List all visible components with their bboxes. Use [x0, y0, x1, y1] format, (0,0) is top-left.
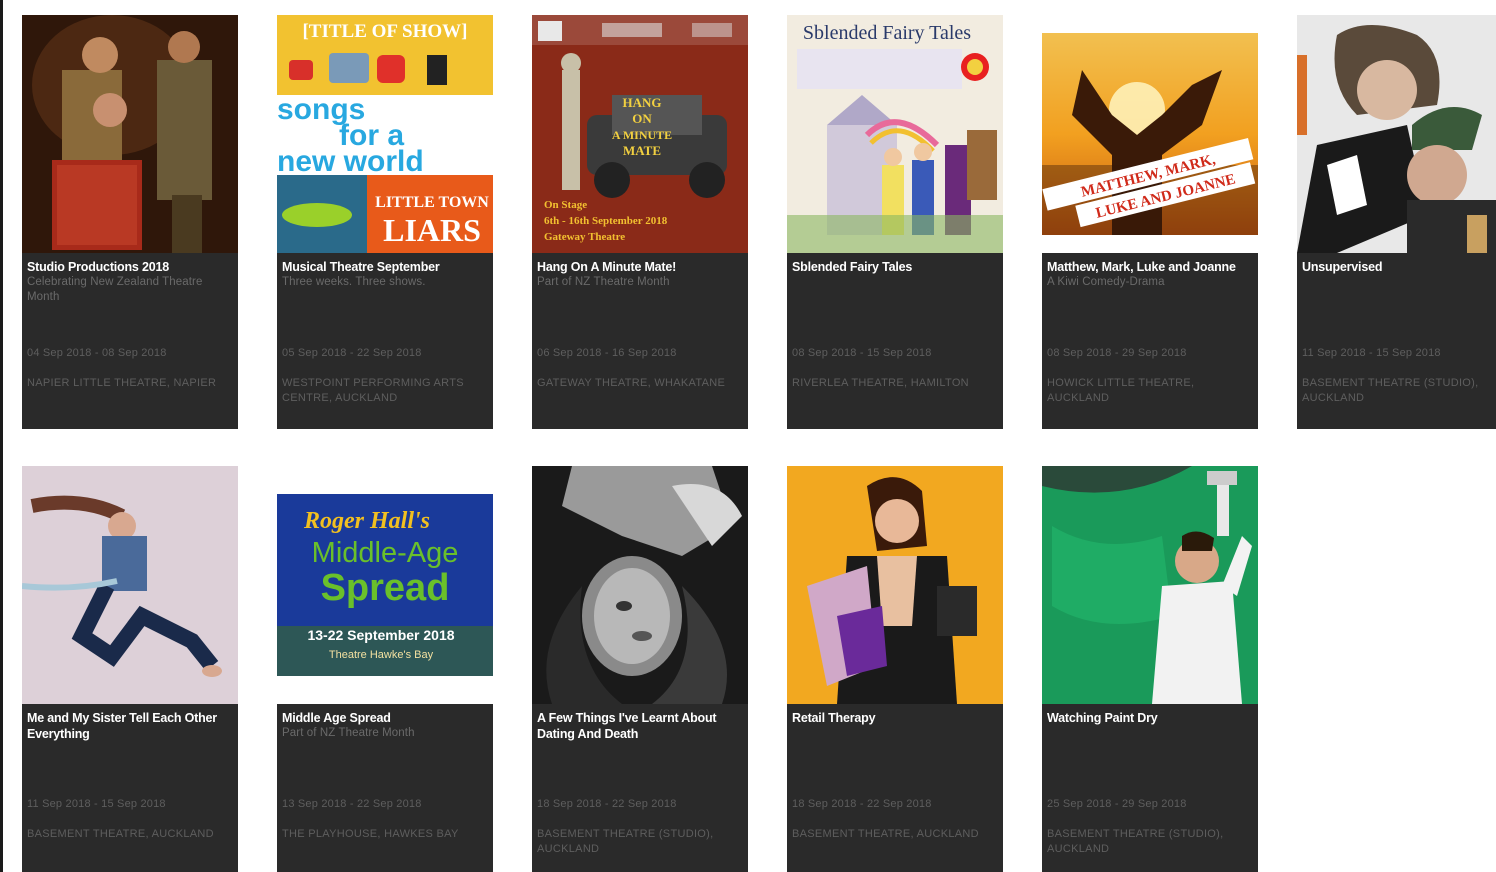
- event-subtitle: Celebrating New Zealand Theatre Month: [27, 276, 203, 303]
- event-title[interactable]: Middle Age Spread: [282, 710, 488, 726]
- event-subtitle: A Kiwi Comedy-Drama: [1047, 276, 1165, 288]
- event-poster: [787, 466, 1003, 704]
- event-venue: WESTPOINT PERFORMING ARTS CENTRE, AUCKLA…: [282, 377, 464, 404]
- event-card[interactable]: Retail Therapy 18 Sep 2018 - 22 Sep 2018…: [787, 466, 1003, 872]
- poster-text: Middle-Age: [312, 537, 459, 569]
- poster-text: Gateway Theatre: [544, 231, 625, 243]
- event-dates: 04 Sep 2018 - 08 Sep 2018: [27, 347, 167, 359]
- poster-text: Theatre Hawke's Bay: [329, 649, 434, 661]
- event-title[interactable]: A Few Things I've Learnt About Dating An…: [537, 710, 743, 742]
- event-poster: [22, 15, 238, 253]
- poster-text: MATE: [623, 143, 661, 158]
- event-venue: GATEWAY THEATRE, WHAKATANE: [537, 377, 726, 389]
- event-title[interactable]: Studio Productions 2018: [27, 259, 233, 275]
- event-title[interactable]: Hang On A Minute Mate!: [537, 259, 743, 275]
- event-title[interactable]: Sblended Fairy Tales: [792, 259, 998, 275]
- poster-text: ON: [632, 111, 652, 126]
- event-card[interactable]: Unsupervised 11 Sep 2018 - 15 Sep 2018 B…: [1297, 15, 1496, 429]
- event-poster: HANG ON A MINUTE MATE On Stage 6th - 16t…: [532, 15, 748, 253]
- event-dates: 08 Sep 2018 - 15 Sep 2018: [792, 347, 932, 359]
- poster-text: Spread: [321, 567, 450, 609]
- event-poster: [1297, 15, 1496, 253]
- event-venue: BASEMENT THEATRE (STUDIO), AUCKLAND: [537, 828, 714, 855]
- event-card[interactable]: Roger Hall's Middle-Age Spread 13-22 Sep…: [277, 466, 493, 872]
- event-venue: RIVERLEA THEATRE, HAMILTON: [792, 377, 969, 389]
- event-venue: BASEMENT THEATRE (STUDIO), AUCKLAND: [1302, 377, 1479, 404]
- event-card[interactable]: A Few Things I've Learnt About Dating An…: [532, 466, 748, 872]
- event-subtitle: Three weeks. Three shows.: [282, 276, 426, 288]
- event-title[interactable]: Retail Therapy: [792, 710, 998, 726]
- event-title[interactable]: Watching Paint Dry: [1047, 710, 1253, 726]
- event-venue: BASEMENT THEATRE (STUDIO), AUCKLAND: [1047, 828, 1224, 855]
- event-venue: NAPIER LITTLE THEATRE, NAPIER: [27, 377, 217, 389]
- poster-text: LITTLE TOWN: [375, 194, 489, 211]
- event-poster: [1042, 466, 1258, 704]
- event-venue: BASEMENT THEATRE, AUCKLAND: [792, 828, 979, 840]
- event-subtitle: Part of NZ Theatre Month: [282, 727, 415, 739]
- poster-text: 13-22 September 2018: [307, 627, 454, 643]
- event-card[interactable]: MATTHEW, MARK, LUKE AND JOANNE Matthew, …: [1042, 15, 1258, 429]
- event-title[interactable]: Me and My Sister Tell Each Other Everyth…: [27, 710, 233, 742]
- poster-text: [TITLE OF SHOW]: [302, 21, 467, 42]
- event-card[interactable]: Sblended Fairy Tales Sblended Fairy Tale…: [787, 15, 1003, 429]
- event-venue: THE PLAYHOUSE, HAWKES BAY: [282, 828, 459, 840]
- poster-text: LIARS: [383, 212, 481, 248]
- event-title[interactable]: Matthew, Mark, Luke and Joanne: [1047, 259, 1253, 275]
- event-card[interactable]: [TITLE OF SHOW] songs for a new world LI…: [277, 15, 493, 429]
- event-card[interactable]: Watching Paint Dry 25 Sep 2018 - 29 Sep …: [1042, 466, 1258, 872]
- event-dates: 08 Sep 2018 - 29 Sep 2018: [1047, 347, 1187, 359]
- event-title[interactable]: Unsupervised: [1302, 259, 1491, 275]
- event-subtitle: Part of NZ Theatre Month: [537, 276, 670, 288]
- poster-text: Roger Hall's: [303, 508, 430, 534]
- poster-text: A MINUTE: [612, 128, 672, 142]
- event-poster: [TITLE OF SHOW] songs for a new world LI…: [277, 15, 493, 253]
- event-card[interactable]: Studio Productions 2018 Celebrating New …: [22, 15, 238, 429]
- event-dates: 11 Sep 2018 - 15 Sep 2018: [27, 798, 166, 810]
- event-dates: 06 Sep 2018 - 16 Sep 2018: [537, 347, 677, 359]
- event-card[interactable]: Me and My Sister Tell Each Other Everyth…: [22, 466, 238, 872]
- event-poster: Sblended Fairy Tales: [787, 15, 1003, 253]
- event-dates: 11 Sep 2018 - 15 Sep 2018: [1302, 347, 1441, 359]
- poster-text: new world: [277, 145, 424, 178]
- event-dates: 18 Sep 2018 - 22 Sep 2018: [537, 798, 677, 810]
- poster-text: On Stage: [544, 199, 587, 211]
- poster-text: 6th - 16th September 2018: [544, 215, 668, 227]
- event-dates: 05 Sep 2018 - 22 Sep 2018: [282, 347, 422, 359]
- event-venue: BASEMENT THEATRE, AUCKLAND: [27, 828, 214, 840]
- page-left-edge: [0, 0, 3, 872]
- event-poster: [532, 466, 748, 704]
- event-dates: 13 Sep 2018 - 22 Sep 2018: [282, 798, 422, 810]
- event-dates: 25 Sep 2018 - 29 Sep 2018: [1047, 798, 1187, 810]
- poster-text: HANG: [623, 95, 662, 110]
- event-dates: 18 Sep 2018 - 22 Sep 2018: [792, 798, 932, 810]
- event-card[interactable]: HANG ON A MINUTE MATE On Stage 6th - 16t…: [532, 15, 748, 429]
- poster-text: Sblended Fairy Tales: [803, 22, 971, 44]
- event-poster: [22, 466, 238, 704]
- event-poster: Roger Hall's Middle-Age Spread 13-22 Sep…: [277, 466, 493, 704]
- event-venue: HOWICK LITTLE THEATRE, AUCKLAND: [1047, 377, 1195, 404]
- event-poster: MATTHEW, MARK, LUKE AND JOANNE: [1042, 15, 1258, 253]
- event-title[interactable]: Musical Theatre September: [282, 259, 488, 275]
